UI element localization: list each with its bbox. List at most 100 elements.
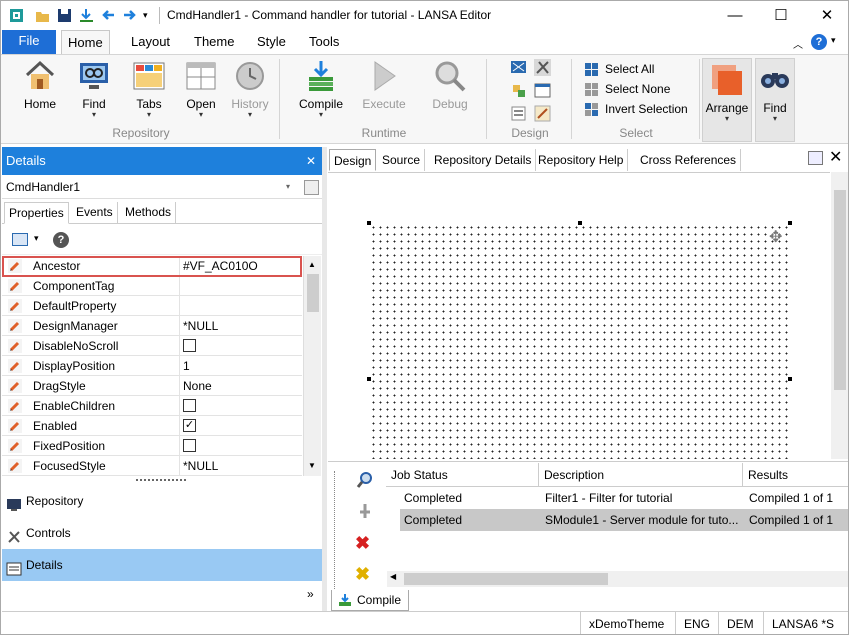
tab-layout[interactable]: Layout [125,30,176,54]
job-splitter[interactable] [328,461,848,462]
design-tool-5-icon[interactable] [510,105,527,122]
property-help-icon[interactable]: ? [53,232,69,248]
property-checkbox[interactable] [183,399,196,412]
resize-handle[interactable] [367,377,371,381]
canvas-scroll-thumb[interactable] [834,190,846,390]
collapse-ribbon-icon[interactable]: ︿ [793,36,803,51]
select-none-button[interactable]: Select None [583,80,670,98]
select-all-button[interactable]: Select All [583,60,654,78]
execute-button[interactable]: Execute [358,59,410,111]
tab-home[interactable]: Home [61,30,110,55]
table-row[interactable]: Completed SModule1 - Server module for t… [400,509,848,531]
save-icon[interactable] [57,8,72,23]
canvas-scrollbar[interactable] [831,172,848,459]
property-checkbox[interactable] [183,339,196,352]
col-description[interactable]: Description [539,463,743,487]
property-row[interactable]: ComponentTag [2,276,302,296]
details-close-button[interactable]: ✕ [306,147,316,175]
nav-more-button[interactable]: » [307,587,314,601]
view-list-icon[interactable] [12,233,28,246]
invert-selection-button[interactable]: Invert Selection [583,100,688,118]
help-icon[interactable]: ? [811,34,827,50]
pop-out-icon[interactable] [304,180,319,195]
help-dropdown-icon[interactable]: ▾ [831,35,836,46]
minimize-button[interactable]: — [712,1,758,30]
design-tool-1-icon[interactable] [510,59,527,76]
design-tool-4-icon[interactable] [534,82,551,99]
job-hscrollbar[interactable]: ◀ [387,571,848,587]
back-arrow-icon[interactable] [101,8,116,23]
forward-arrow-icon[interactable] [122,8,137,23]
scroll-left-icon[interactable]: ◀ [390,572,396,581]
tabs-button[interactable]: Tabs ▾ [123,59,175,119]
property-row[interactable]: DragStyle None [2,376,302,396]
property-value[interactable]: 1 [183,359,190,373]
property-row[interactable]: Ancestor #VF_AC010O [2,256,302,276]
job-clear-icon[interactable]: ✖ [355,564,370,585]
property-row[interactable]: DisplayPosition 1 [2,356,302,376]
design-tool-3-icon[interactable] [510,82,527,99]
close-button[interactable]: ✕ [804,1,848,30]
scroll-down-icon[interactable]: ▼ [308,461,316,470]
panel-splitter[interactable] [322,147,327,611]
resize-handle[interactable] [578,221,582,225]
property-row[interactable]: Enabled ✓ [2,416,302,436]
open-button[interactable]: Open ▾ [175,59,227,119]
property-checkbox[interactable]: ✓ [183,419,196,432]
property-row[interactable]: FocusedStyle *NULL [2,456,302,476]
property-scrollbar[interactable]: ▲ ▼ [303,256,321,476]
job-delete-icon[interactable]: ✖ [355,533,370,554]
nav-details[interactable]: Details [2,549,322,581]
download-icon[interactable] [79,8,94,23]
property-value[interactable]: #VF_AC010O [183,259,258,273]
resize-handle[interactable] [367,221,371,225]
property-value[interactable]: *NULL [183,319,218,333]
col-results[interactable]: Results [743,463,848,487]
tab-file[interactable]: File [2,30,56,54]
property-row[interactable]: DisableNoScroll [2,336,302,356]
view-dropdown-icon[interactable]: ▾ [34,233,39,244]
move-handle-icon[interactable]: ✥ [769,227,782,247]
job-hscroll-thumb[interactable] [404,573,608,585]
component-selector[interactable]: CmdHandler1 ▾ [2,177,322,199]
tab-methods[interactable]: Methods [121,202,177,224]
tab-properties[interactable]: Properties [4,202,69,224]
tab-repository-help[interactable]: Repository Help [534,149,629,171]
history-button[interactable]: History ▾ [224,59,276,119]
tab-events[interactable]: Events [72,202,118,224]
tab-design[interactable]: Design [329,149,377,171]
property-row[interactable]: EnableChildren [2,396,302,416]
compile-button[interactable]: Compile ▾ [294,59,348,119]
splitter-grip[interactable] [136,479,186,482]
scroll-up-icon[interactable]: ▲ [308,260,316,269]
property-value[interactable]: None [183,379,212,393]
scroll-thumb[interactable] [307,274,319,312]
home-button[interactable]: Home [14,59,66,111]
float-pane-icon[interactable] [808,151,823,165]
find-button[interactable]: Find ▾ [68,59,120,119]
property-row[interactable]: DesignManager *NULL [2,316,302,336]
arrange-button[interactable]: Arrange ▾ [702,58,752,142]
job-search-icon[interactable] [356,471,374,489]
debug-button[interactable]: Debug [424,59,476,111]
tab-repository-details[interactable]: Repository Details [430,149,537,171]
property-row[interactable]: DefaultProperty [2,296,302,316]
design-dot-grid[interactable] [369,223,790,459]
job-pin-icon[interactable] [356,502,374,520]
maximize-button[interactable]: ☐ [758,1,804,30]
tab-source[interactable]: Source [378,149,426,171]
tab-theme[interactable]: Theme [188,30,240,54]
component-dropdown-icon[interactable]: ▾ [286,182,290,191]
design-tool-2-icon[interactable] [534,59,551,76]
property-checkbox[interactable] [183,439,196,452]
tab-cross-references[interactable]: Cross References [636,149,742,171]
nav-controls[interactable]: Controls [2,517,322,549]
tab-style[interactable]: Style [251,30,292,54]
property-value[interactable]: *NULL [183,459,218,473]
open-folder-icon[interactable] [35,8,50,23]
col-job-status[interactable]: Job Status [386,463,539,487]
nav-repository[interactable]: Repository [2,485,322,517]
resize-handle[interactable] [788,221,792,225]
tab-tools[interactable]: Tools [303,30,345,54]
table-row[interactable]: Completed Filter1 - Filter for tutorial … [386,487,848,509]
